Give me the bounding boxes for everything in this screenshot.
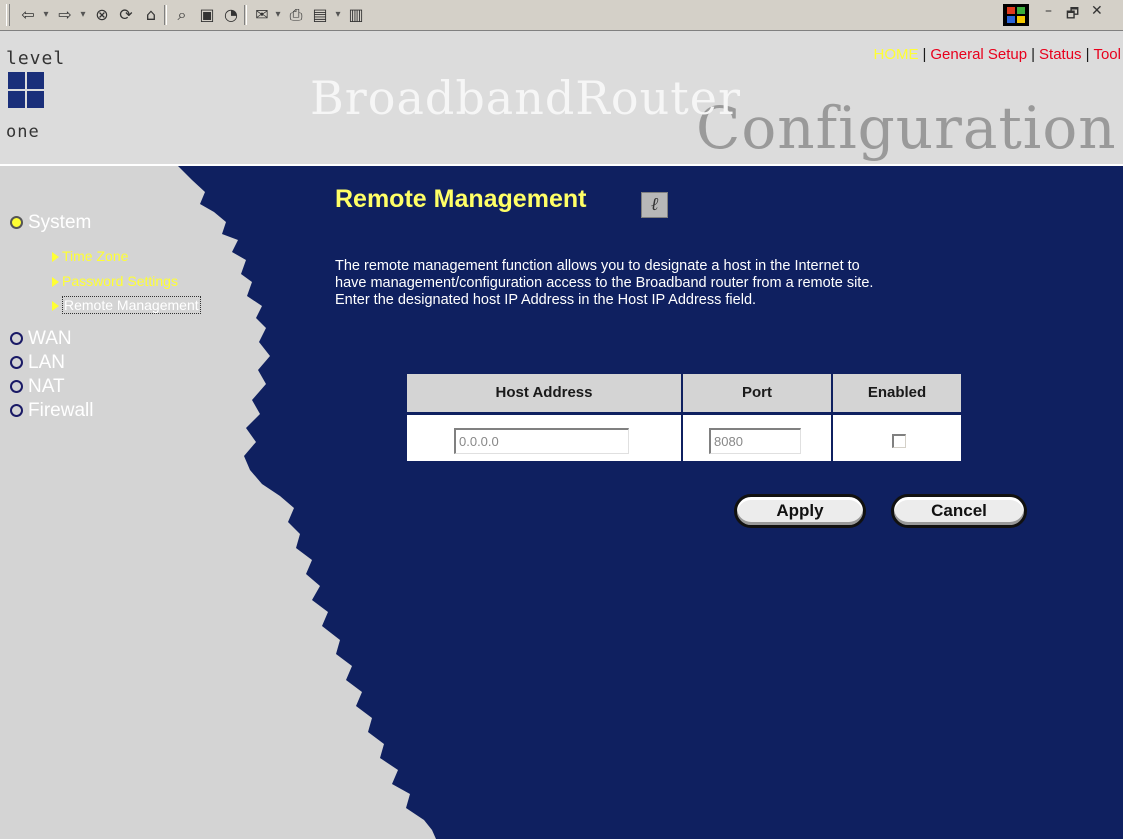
toolbar-grip[interactable] [6, 4, 10, 26]
sidebar-subitem-label: Password Settings [62, 273, 178, 289]
nav-separator: | [922, 46, 927, 63]
remote-management-table: Host Address Port Enabled [407, 374, 961, 461]
host-address-input[interactable] [454, 428, 629, 454]
table-cell [833, 415, 961, 461]
edit-dropdown-icon[interactable]: ▾ [332, 5, 344, 25]
toolbar-separator [164, 5, 167, 25]
triangle-right-icon [52, 277, 59, 288]
logo-text-top: level [6, 48, 66, 69]
home-icon[interactable]: ⌂ [141, 5, 161, 25]
history-icon[interactable]: ◔ [221, 5, 241, 25]
port-input[interactable] [709, 428, 801, 454]
sidebar-item-nat[interactable]: NAT [10, 376, 65, 398]
minimize-icon[interactable]: – [1045, 3, 1052, 19]
enabled-checkbox[interactable] [892, 434, 906, 448]
radio-bullet-icon [10, 216, 23, 230]
content-area: System Time Zone Password Settings Remot… [0, 166, 1123, 839]
edit-icon[interactable]: ▤ [310, 5, 330, 25]
sidebar: System Time Zone Password Settings Remot… [0, 166, 300, 839]
mail-icon[interactable]: ✉ [252, 5, 272, 25]
page-header: level one Configuration BroadbandRouter … [0, 31, 1123, 166]
forward-dropdown-icon[interactable]: ▾ [77, 5, 89, 25]
nav-home-link[interactable]: HOME [873, 46, 918, 63]
sidebar-subitem-remote-management[interactable]: Remote Management [52, 296, 201, 314]
description-line: Enter the designated host IP Address in … [335, 292, 757, 308]
description-line: have management/configuration access to … [335, 275, 874, 291]
sidebar-item-system[interactable]: System [10, 212, 91, 234]
description: The remote management function allows yo… [335, 258, 1035, 309]
table-cell [407, 415, 681, 461]
page-title: Remote Management [335, 185, 587, 213]
triangle-right-icon [52, 301, 59, 312]
nav-tool-link[interactable]: Tool [1093, 46, 1121, 63]
radio-bullet-icon [10, 404, 23, 418]
column-header-host-address: Host Address [407, 374, 681, 412]
cancel-button[interactable]: Cancel [891, 494, 1027, 528]
column-header-port: Port [683, 374, 831, 412]
windows-logo-icon [1003, 4, 1029, 26]
sidebar-item-label: NAT [28, 376, 65, 397]
triangle-right-icon [52, 252, 59, 263]
search-icon[interactable]: ⌕ [172, 5, 192, 25]
levelone-logo: level one [6, 48, 66, 163]
help-icon[interactable]: ℓ [641, 192, 668, 218]
sidebar-item-lan[interactable]: LAN [10, 352, 65, 374]
forward-arrow-icon[interactable]: ⇨ [55, 5, 75, 25]
radio-bullet-icon [10, 380, 23, 394]
table-cell [683, 415, 831, 461]
back-arrow-icon[interactable]: ⇦ [18, 5, 38, 25]
close-icon[interactable]: ✕ [1091, 3, 1103, 19]
discuss-icon[interactable]: ▥ [346, 5, 366, 25]
sidebar-item-firewall[interactable]: Firewall [10, 400, 93, 422]
back-dropdown-icon[interactable]: ▾ [40, 5, 52, 25]
toolbar-separator [244, 5, 247, 25]
refresh-icon[interactable]: ⟳ [116, 5, 136, 25]
sidebar-item-wan[interactable]: WAN [10, 328, 72, 350]
sidebar-item-label: LAN [28, 352, 65, 373]
favorites-icon[interactable]: ▣ [197, 5, 217, 25]
nav-separator: | [1085, 46, 1090, 63]
sidebar-subitem-password-settings[interactable]: Password Settings [52, 273, 178, 289]
sidebar-subitem-label: Remote Management [62, 296, 201, 314]
sidebar-item-label: System [28, 212, 92, 233]
radio-bullet-icon [10, 356, 23, 370]
print-icon[interactable]: ⎙ [286, 5, 306, 25]
sidebar-subitem-label: Time Zone [62, 248, 129, 264]
brand-subtitle: Configuration [696, 94, 1117, 162]
sidebar-subitem-time-zone[interactable]: Time Zone [52, 248, 128, 264]
top-navigation: HOME | General Setup | Status | Tool [873, 46, 1121, 63]
restore-icon[interactable]: 🗗 [1066, 3, 1079, 27]
sidebar-item-label: WAN [28, 328, 72, 349]
nav-status-link[interactable]: Status [1039, 46, 1082, 63]
sidebar-item-label: Firewall [28, 400, 94, 421]
radio-bullet-icon [10, 332, 23, 346]
nav-separator: | [1031, 46, 1036, 63]
column-header-enabled: Enabled [833, 374, 961, 412]
stop-icon[interactable]: ⊗ [92, 5, 112, 25]
mail-dropdown-icon[interactable]: ▾ [272, 5, 284, 25]
logo-squares-icon [8, 72, 46, 110]
nav-general-setup-link[interactable]: General Setup [930, 46, 1027, 63]
apply-button[interactable]: Apply [734, 494, 866, 528]
brand-title: BroadbandRouter [310, 71, 741, 125]
logo-text-bottom: one [6, 122, 40, 142]
description-line: The remote management function allows yo… [335, 258, 860, 274]
browser-toolbar: ⇦ ▾ ⇨ ▾ ⊗ ⟳ ⌂ ⌕ ▣ ◔ ✉ ▾ ⎙ ▤ ▾ ▥ – 🗗 ✕ [0, 0, 1123, 31]
